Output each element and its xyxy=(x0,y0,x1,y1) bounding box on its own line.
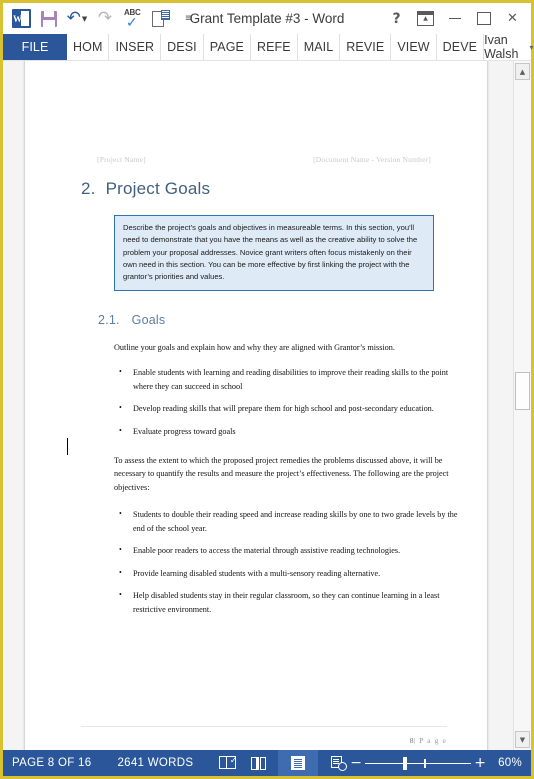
vertical-scrollbar[interactable]: ▲ ▼ xyxy=(513,61,531,750)
tab-home[interactable]: HOM xyxy=(67,34,110,60)
tab-review[interactable]: REVIE xyxy=(340,34,392,60)
zoom-slider-thumb[interactable] xyxy=(403,757,408,770)
document-content: 2. Project Goals Describe the project’s g… xyxy=(81,179,457,626)
scroll-up-icon[interactable]: ▲ xyxy=(515,63,530,80)
proofing-errors-icon[interactable]: ✓ xyxy=(219,756,237,770)
quick-access-toolbar: W ↶ ▼ ↷ ABC ✓ ≡ xyxy=(7,6,203,32)
customize-quick-access-toolbar-icon[interactable]: ≡ xyxy=(175,6,203,32)
view-mode-buttons xyxy=(238,750,358,776)
undo-icon[interactable]: ↶ ▼ xyxy=(63,6,91,32)
tab-insert[interactable]: INSER xyxy=(109,34,162,60)
tab-design[interactable]: DESI xyxy=(161,34,204,60)
list-item: Develop reading skills that will prepare… xyxy=(119,402,463,416)
close-icon[interactable]: ✕ xyxy=(498,6,527,32)
document-workspace: [Project Name] [Document Name - Version … xyxy=(3,61,531,750)
list-item: Evaluate progress toward goals xyxy=(119,424,463,439)
list-item: Provide learning disabled students with … xyxy=(119,566,463,581)
minimize-icon[interactable] xyxy=(440,6,469,32)
zoom-controls: − + 60% xyxy=(347,755,531,771)
list-item: Enable students with learning and readin… xyxy=(119,365,463,393)
print-layout-icon xyxy=(291,756,305,770)
tab-view[interactable]: VIEW xyxy=(391,34,437,60)
page-title: 2. Project Goals xyxy=(81,179,447,199)
scrollbar-thumb[interactable] xyxy=(515,372,530,410)
header-project-name: [Project Name] xyxy=(97,155,146,164)
subsection-number: 2.1. xyxy=(98,313,120,328)
page-indicator[interactable]: PAGE 8 OF 16 xyxy=(12,757,91,769)
ribbon-display-options-icon[interactable] xyxy=(411,6,440,32)
tab-developer[interactable]: DEVE xyxy=(437,34,485,60)
zoom-slider[interactable] xyxy=(365,756,472,770)
header-document-name: [Document Name - Version Number] xyxy=(313,155,431,164)
read-mode-view-button[interactable] xyxy=(238,750,278,776)
read-mode-icon xyxy=(250,756,266,770)
goals-bullet-list: Enable students with learning and readin… xyxy=(81,365,463,439)
list-item: Enable poor readers to access the materi… xyxy=(119,543,463,558)
print-layout-view-button[interactable] xyxy=(278,750,318,776)
status-bar: PAGE 8 OF 16 2641 WORDS ✓ − + 60% xyxy=(3,750,531,776)
footer-divider xyxy=(81,726,447,727)
user-name-label: Ivan Walsh xyxy=(484,33,519,61)
scroll-down-icon[interactable]: ▼ xyxy=(515,731,530,748)
footer-separator: | xyxy=(413,736,417,745)
tab-file[interactable]: FILE xyxy=(3,34,67,60)
title-bar: W ↶▼ ↷ ABC✓ ≡ Grant Template #3 - Word xyxy=(3,3,531,34)
objectives-bullet-list: Students to double their reading speed a… xyxy=(81,507,463,617)
list-item: Help disabled students stay in their reg… xyxy=(119,588,463,616)
objectives-paragraph: To assess the extent to which the propos… xyxy=(114,455,449,493)
word-count-indicator[interactable]: 2641 WORDS xyxy=(117,757,193,769)
web-layout-view-button[interactable] xyxy=(318,750,358,776)
redo-icon[interactable]: ↷ xyxy=(91,6,119,32)
spelling-grammar-icon[interactable]: ABC ✓ xyxy=(119,6,147,32)
word-application-window: W ↶▼ ↷ ABC✓ ≡ Grant Template #3 - Word xyxy=(0,0,534,779)
text-cursor xyxy=(67,438,69,455)
zoom-level-label[interactable]: 60% xyxy=(498,757,522,769)
subsection-heading: 2.1. Goals xyxy=(98,313,447,327)
zoom-in-button[interactable]: + xyxy=(471,755,489,771)
footer-page-word: P a g e xyxy=(419,736,447,745)
list-item: Students to double their reading speed a… xyxy=(119,507,463,535)
tab-references[interactable]: REFE xyxy=(251,34,298,60)
page-running-header: [Project Name] [Document Name - Version … xyxy=(97,155,431,164)
web-layout-icon xyxy=(330,756,347,771)
document-canvas[interactable]: [Project Name] [Document Name - Version … xyxy=(3,61,513,750)
user-account-area[interactable]: Ivan Walsh ▾ K xyxy=(484,33,534,61)
intro-paragraph: Outline your goals and explain how and w… xyxy=(114,343,395,353)
footer-page-number: 8| P a g e xyxy=(410,736,447,745)
tab-mailings[interactable]: MAIL xyxy=(298,34,341,60)
word-logo-icon: W xyxy=(7,6,35,32)
window-controls: ? ✕ xyxy=(382,6,531,32)
section-number: 2. xyxy=(81,179,96,198)
ribbon-tab-bar: FILE HOM INSER DESI PAGE REFE MAIL REVIE… xyxy=(3,33,534,61)
help-icon[interactable]: ? xyxy=(382,6,411,32)
instruction-callout-box: Describe the project’s goals and objecti… xyxy=(114,215,434,292)
document-page[interactable]: [Project Name] [Document Name - Version … xyxy=(24,61,488,750)
tab-page-layout[interactable]: PAGE xyxy=(204,34,251,60)
section-title-text: Project Goals xyxy=(105,179,211,198)
subsection-title-text: Goals xyxy=(131,313,166,328)
print-preview-icon[interactable] xyxy=(147,6,175,32)
chevron-down-icon[interactable]: ▾ xyxy=(530,43,534,52)
maximize-icon[interactable] xyxy=(469,6,498,32)
save-icon[interactable] xyxy=(35,6,63,32)
